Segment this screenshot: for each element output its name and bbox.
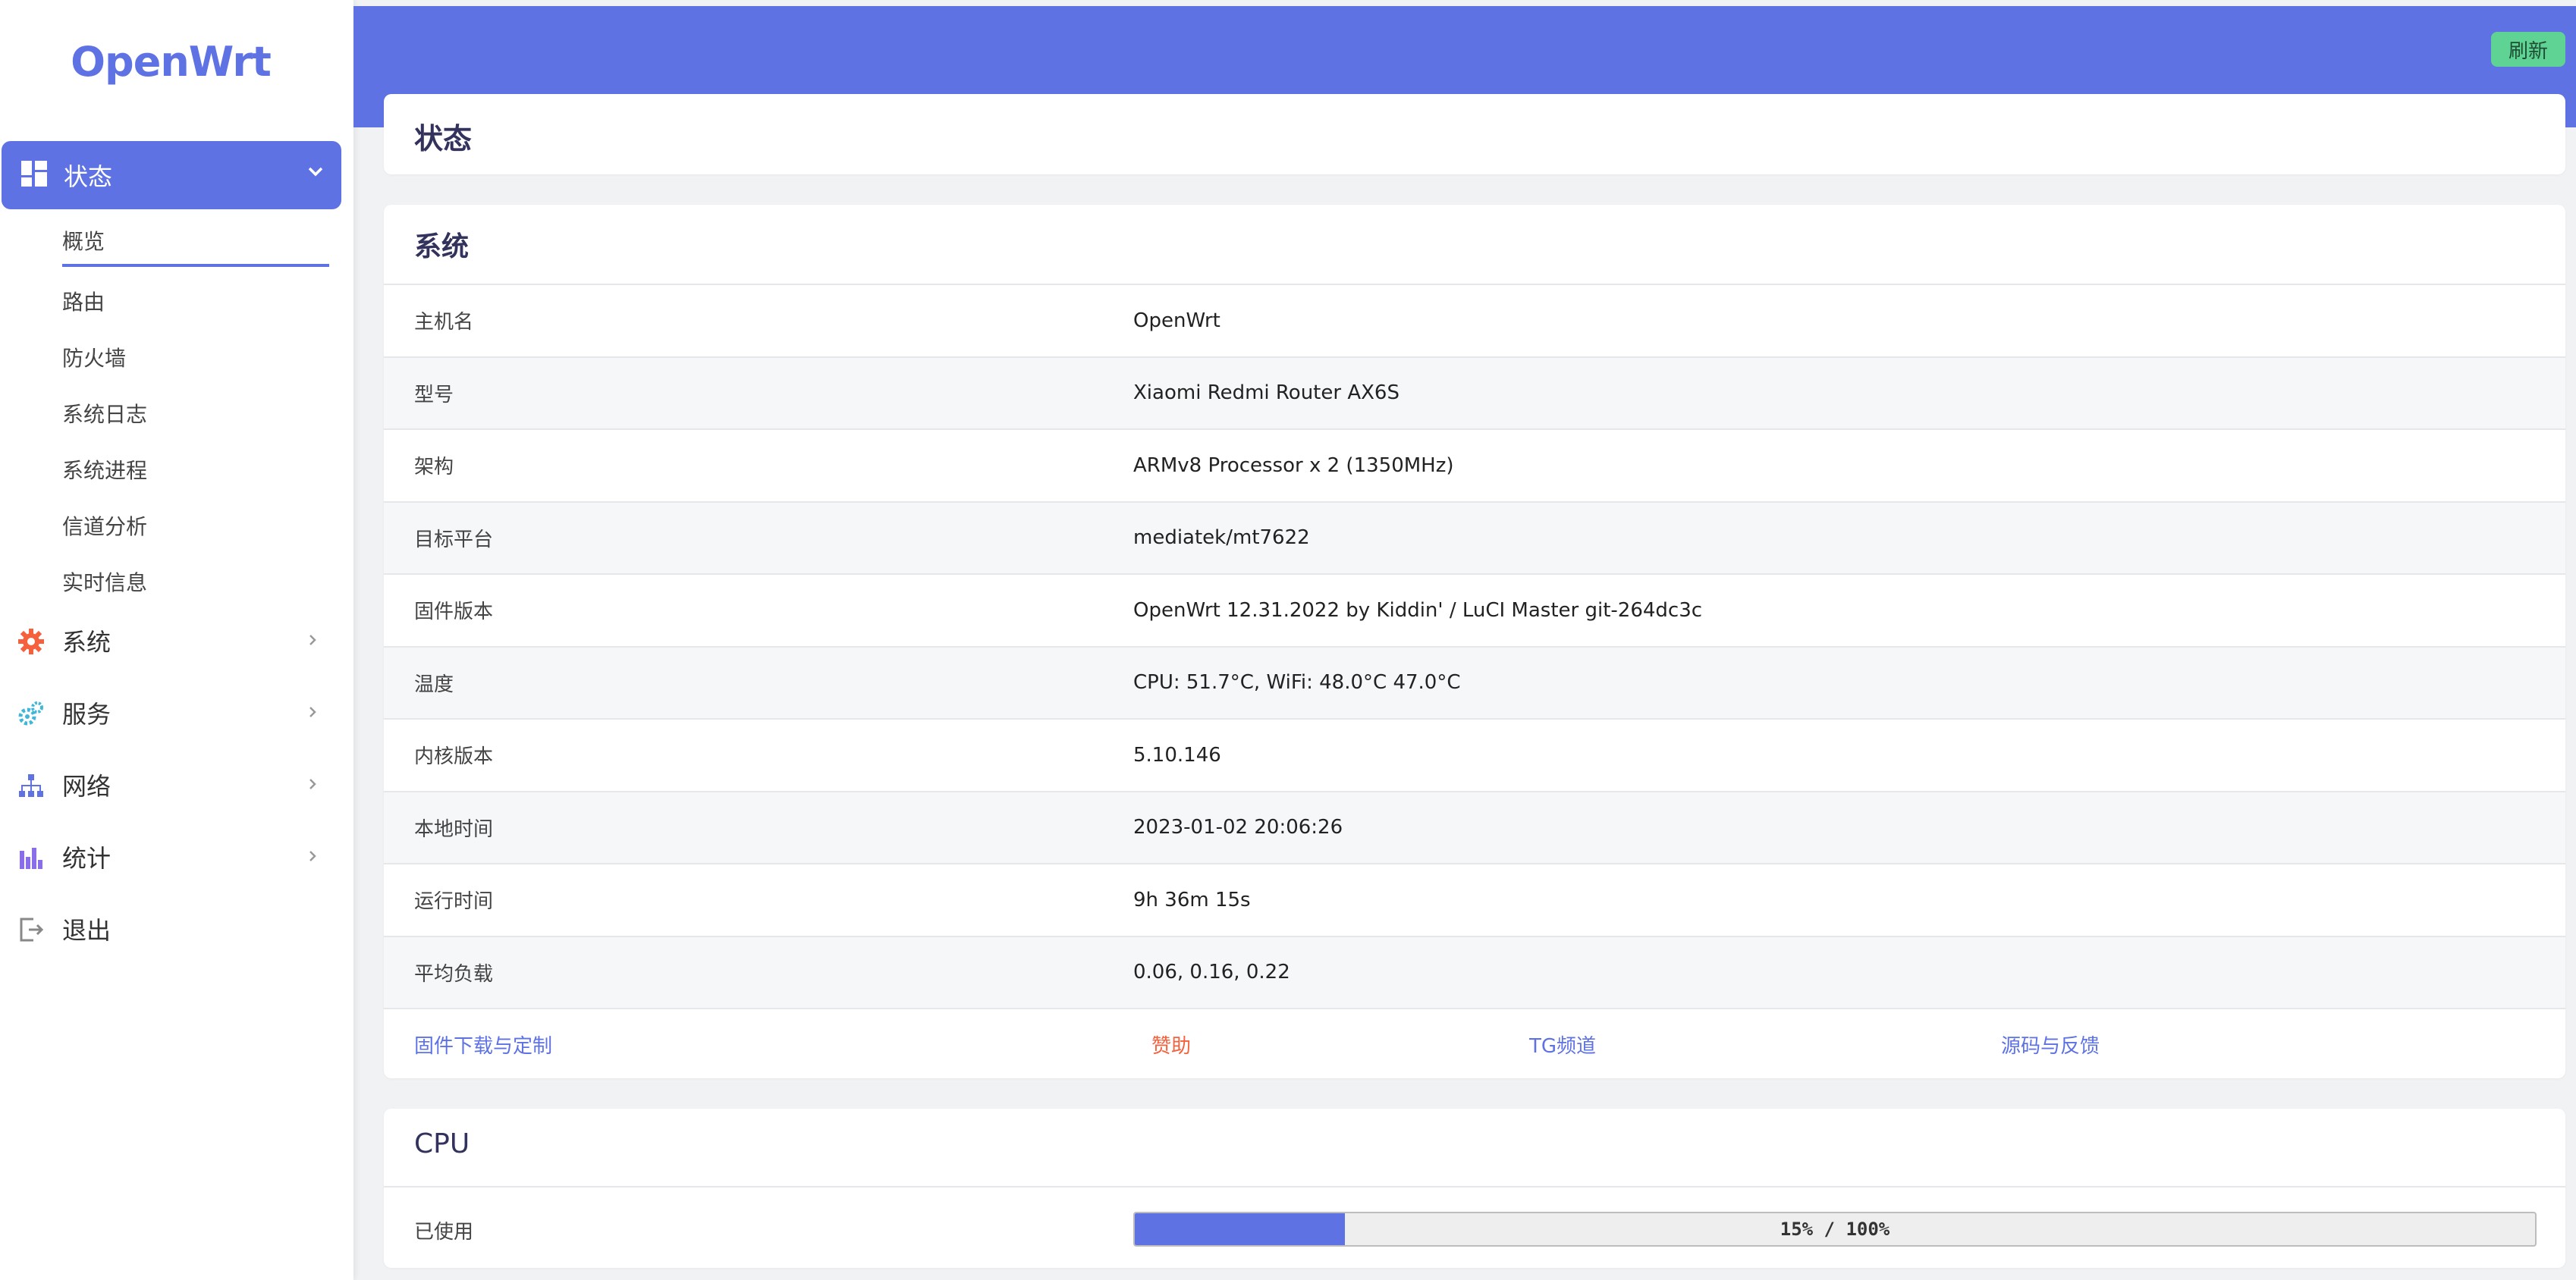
sidebar-item-services[interactable]: 服务 xyxy=(0,686,341,739)
table-row: 架构 ARMv8 Processor x 2 (1350MHz) xyxy=(384,428,2565,501)
sidebar-item-network[interactable]: 网络 xyxy=(0,758,341,811)
row-value: Xiaomi Redmi Router AX6S xyxy=(1133,381,1400,405)
submenu-item-routes[interactable]: 路由 xyxy=(62,273,329,329)
row-label: 内核版本 xyxy=(414,745,494,769)
submenu-item-processes[interactable]: 系统进程 xyxy=(62,441,329,497)
cpu-usage-row: 已使用 15% / 100% xyxy=(384,1186,2565,1268)
row-label: 运行时间 xyxy=(414,890,494,914)
row-label: 平均负载 xyxy=(414,962,494,986)
refresh-button[interactable]: 刷新 xyxy=(2491,32,2565,67)
sidebar-item-label: 网络 xyxy=(62,772,112,801)
table-row: 固件版本 OpenWrt 12.31.2022 by Kiddin' / LuC… xyxy=(384,573,2565,646)
openwrt-logo[interactable]: OpenWrt xyxy=(0,38,341,86)
row-label: 本地时间 xyxy=(414,817,494,841)
row-label: 目标平台 xyxy=(414,528,494,551)
table-row: 运行时间 9h 36m 15s xyxy=(384,863,2565,936)
chevron-right-icon xyxy=(305,776,320,795)
cpu-progress-bar: 15% / 100% xyxy=(1133,1212,2537,1247)
gear-icon xyxy=(18,629,44,657)
page-title: 状态 xyxy=(414,122,473,155)
submenu-item-channel-analysis[interactable]: 信道分析 xyxy=(62,497,329,554)
row-label: 固件版本 xyxy=(414,601,494,624)
row-value: 9h 36m 15s xyxy=(1133,888,1251,911)
sidebar-item-logout[interactable]: 退出 xyxy=(0,902,341,955)
firmware-download-link[interactable]: 固件下载与定制 xyxy=(414,1031,552,1059)
sidebar-item-label: 服务 xyxy=(62,700,112,729)
sidebar-item-status[interactable]: 状态 xyxy=(2,141,341,209)
table-row: 型号 Xiaomi Redmi Router AX6S xyxy=(384,356,2565,428)
section-title: CPU xyxy=(414,1128,470,1159)
logout-icon xyxy=(18,917,44,946)
chevron-down-icon xyxy=(306,162,325,184)
links-row: 固件下载与定制 赞助 TG频道 源码与反馈 xyxy=(384,1008,2565,1081)
table-row: 温度 CPU: 51.7°C, WiFi: 48.0°C 47.0°C xyxy=(384,645,2565,718)
table-row: 主机名 OpenWrt xyxy=(384,284,2565,356)
section-title: 系统 xyxy=(414,231,470,262)
table-row: 目标平台 mediatek/mt7622 xyxy=(384,500,2565,573)
page-title-card: 状态 xyxy=(384,94,2565,174)
row-value: OpenWrt xyxy=(1133,309,1220,332)
row-label: 主机名 xyxy=(414,311,474,334)
submenu-item-realtime[interactable]: 实时信息 xyxy=(62,554,329,610)
submenu-item-syslog[interactable]: 系统日志 xyxy=(62,385,329,441)
table-row: 本地时间 2023-01-02 20:06:26 xyxy=(384,790,2565,863)
cpu-card: CPU 已使用 15% / 100% xyxy=(384,1109,2565,1268)
status-submenu: 概览 路由 防火墙 系统日志 系统进程 信道分析 实时信息 xyxy=(62,217,329,610)
sidebar-item-label: 退出 xyxy=(62,916,112,945)
system-info-card: 系统 主机名 OpenWrt 型号 Xiaomi Redmi Router AX… xyxy=(384,205,2565,1078)
row-value: 5.10.146 xyxy=(1133,743,1221,767)
row-label: 架构 xyxy=(414,456,454,479)
row-label: 温度 xyxy=(414,673,454,696)
sidebar-item-statistics[interactable]: 统计 xyxy=(0,830,341,883)
row-label: 型号 xyxy=(414,383,454,406)
row-value: ARMv8 Processor x 2 (1350MHz) xyxy=(1133,453,1454,477)
sponsor-link[interactable]: 赞助 xyxy=(1151,1031,1191,1059)
row-value: 2023-01-02 20:06:26 xyxy=(1133,816,1343,839)
chevron-right-icon xyxy=(305,704,320,723)
sidebar: OpenWrt 状态 概览 路由 防火墙 系统日志 系统进程 信道分析 实时信息 xyxy=(0,0,353,1280)
dashboard-icon xyxy=(21,161,47,190)
table-row: 平均负载 0.06, 0.16, 0.22 xyxy=(384,935,2565,1008)
progress-text: 15% / 100% xyxy=(1780,1219,1890,1240)
system-info-table: 主机名 OpenWrt 型号 Xiaomi Redmi Router AX6S … xyxy=(384,284,2565,1081)
row-label: 已使用 xyxy=(414,1221,474,1244)
sidebar-item-system[interactable]: 系统 xyxy=(0,614,341,667)
table-row: 内核版本 5.10.146 xyxy=(384,718,2565,791)
submenu-item-overview[interactable]: 概览 xyxy=(62,217,329,267)
sidebar-item-label: 统计 xyxy=(62,844,112,873)
telegram-channel-link[interactable]: TG频道 xyxy=(1529,1031,1596,1059)
source-feedback-link[interactable]: 源码与反馈 xyxy=(2001,1031,2100,1059)
sidebar-item-label: 状态 xyxy=(64,162,113,191)
row-value: OpenWrt 12.31.2022 by Kiddin' / LuCI Mas… xyxy=(1133,598,1703,622)
sidebar-item-label: 系统 xyxy=(62,628,112,657)
chevron-right-icon xyxy=(305,849,320,867)
sitemap-icon xyxy=(18,773,44,802)
row-value: 0.06, 0.16, 0.22 xyxy=(1133,961,1290,984)
row-value: mediatek/mt7622 xyxy=(1133,526,1310,550)
gears-icon xyxy=(18,701,44,729)
row-value: CPU: 51.7°C, WiFi: 48.0°C 47.0°C xyxy=(1133,671,1461,695)
submenu-item-firewall[interactable]: 防火墙 xyxy=(62,329,329,385)
bar-chart-icon xyxy=(18,845,44,874)
chevron-right-icon xyxy=(305,632,320,651)
